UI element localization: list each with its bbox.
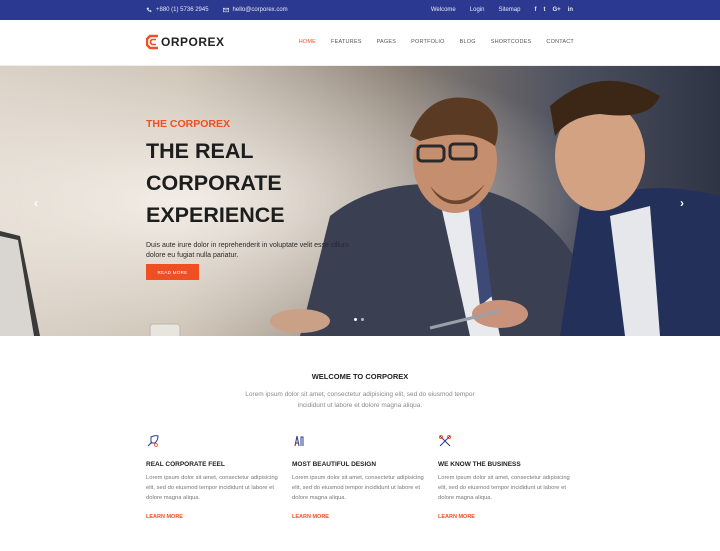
feature-text: Lorem ipsum dolor sit amet, consectetur … — [146, 475, 278, 501]
logo-text: ORPOREX — [161, 35, 225, 49]
feature-real-corporate: REAL CORPORATE FEEL Lorem ipsum dolor si… — [146, 434, 281, 520]
logo-c-icon — [146, 34, 158, 50]
learn-more-link[interactable]: LEARN MORE — [146, 514, 281, 520]
hero-description: Duis aute irure dolor in reprehenderit i… — [146, 242, 349, 259]
envelope-icon — [222, 7, 229, 13]
hero-slider: ‹ › THE CORPOREX THE REAL CORPORATE EXPE… — [0, 66, 720, 336]
slider-prev-arrow[interactable]: ‹ — [34, 196, 38, 210]
twitter-icon[interactable]: t — [543, 7, 545, 13]
logo[interactable]: ORPOREX — [146, 34, 225, 50]
quill-icon — [147, 435, 159, 447]
phone-text: +880 (1) 5736 2945 — [156, 7, 209, 13]
tools-icon — [438, 434, 451, 447]
sitemap-link[interactable]: Sitemap — [498, 7, 520, 13]
login-link[interactable]: Login — [470, 7, 485, 13]
hero-eyebrow: THE CORPOREX — [146, 118, 231, 130]
nav-blog[interactable]: BLOG — [460, 39, 476, 45]
site-header: ORPOREX HOME FEATURES PAGES PORTFOLIO BL… — [0, 20, 720, 66]
top-links: Welcome Login Sitemap f t G+ in — [431, 0, 573, 20]
nav-pages[interactable]: PAGES — [377, 39, 397, 45]
nav-features[interactable]: FEATURES — [331, 39, 362, 45]
social-links: f t G+ in — [534, 7, 573, 13]
feature-text: Lorem ipsum dolor sit amet, consectetur … — [292, 475, 424, 501]
welcome-title: WELCOME TO CORPOREX — [311, 372, 409, 381]
nav-home[interactable]: HOME — [299, 39, 316, 45]
hero-title-line-2: CORPORATE — [146, 171, 282, 195]
design-tools-icon — [294, 435, 304, 447]
slider-next-arrow[interactable]: › — [680, 196, 684, 210]
slider-dots — [354, 318, 364, 321]
learn-more-link[interactable]: LEARN MORE — [292, 514, 427, 520]
slider-dot-2[interactable] — [361, 318, 364, 321]
nav-shortcodes[interactable]: SHORTCODES — [491, 39, 532, 45]
facebook-icon[interactable]: f — [534, 7, 536, 13]
hero-content: THE CORPOREX THE REAL CORPORATE EXPERIEN… — [146, 118, 366, 261]
email-item[interactable]: hello@corporex.com — [222, 7, 288, 13]
hero-title-line-1: THE REAL — [146, 139, 254, 163]
linkedin-icon[interactable]: in — [568, 7, 573, 13]
feature-title: REAL CORPORATE FEEL — [146, 461, 225, 468]
feature-beautiful-design: MOST BEAUTIFUL DESIGN Lorem ipsum dolor … — [292, 434, 427, 520]
phone-item[interactable]: +880 (1) 5736 2945 — [146, 7, 209, 13]
google-plus-icon[interactable]: G+ — [552, 7, 560, 13]
top-bar: +880 (1) 5736 2945 hello@corporex.com We… — [0, 0, 720, 20]
feature-text: Lorem ipsum dolor sit amet, consectetur … — [438, 475, 570, 501]
phone-icon — [146, 7, 152, 12]
hero-read-more-button[interactable]: READ MORE — [146, 264, 199, 280]
welcome-text: Lorem ipsum dolor sit amet, consectetur … — [245, 391, 475, 409]
email-text: hello@corporex.com — [232, 7, 288, 13]
nav-contact[interactable]: CONTACT — [546, 39, 574, 45]
contact-info: +880 (1) 5736 2945 hello@corporex.com — [146, 0, 288, 20]
feature-title: MOST BEAUTIFUL DESIGN — [292, 461, 377, 468]
nav-portfolio[interactable]: PORTFOLIO — [411, 39, 444, 45]
main-nav: HOME FEATURES PAGES PORTFOLIO BLOG SHORT… — [299, 39, 574, 45]
hero-title-line-3: EXPERIENCE — [146, 203, 285, 227]
slider-dot-1[interactable] — [354, 318, 357, 321]
learn-more-link[interactable]: LEARN MORE — [438, 514, 573, 520]
hero-title: THE REAL CORPORATE EXPERIENCE — [146, 135, 366, 231]
feature-title: WE KNOW THE BUSINESS — [438, 461, 521, 468]
welcome-link[interactable]: Welcome — [431, 7, 456, 13]
features-section: REAL CORPORATE FEEL Lorem ipsum dolor si… — [146, 434, 576, 534]
feature-know-business: WE KNOW THE BUSINESS Lorem ipsum dolor s… — [438, 434, 573, 520]
